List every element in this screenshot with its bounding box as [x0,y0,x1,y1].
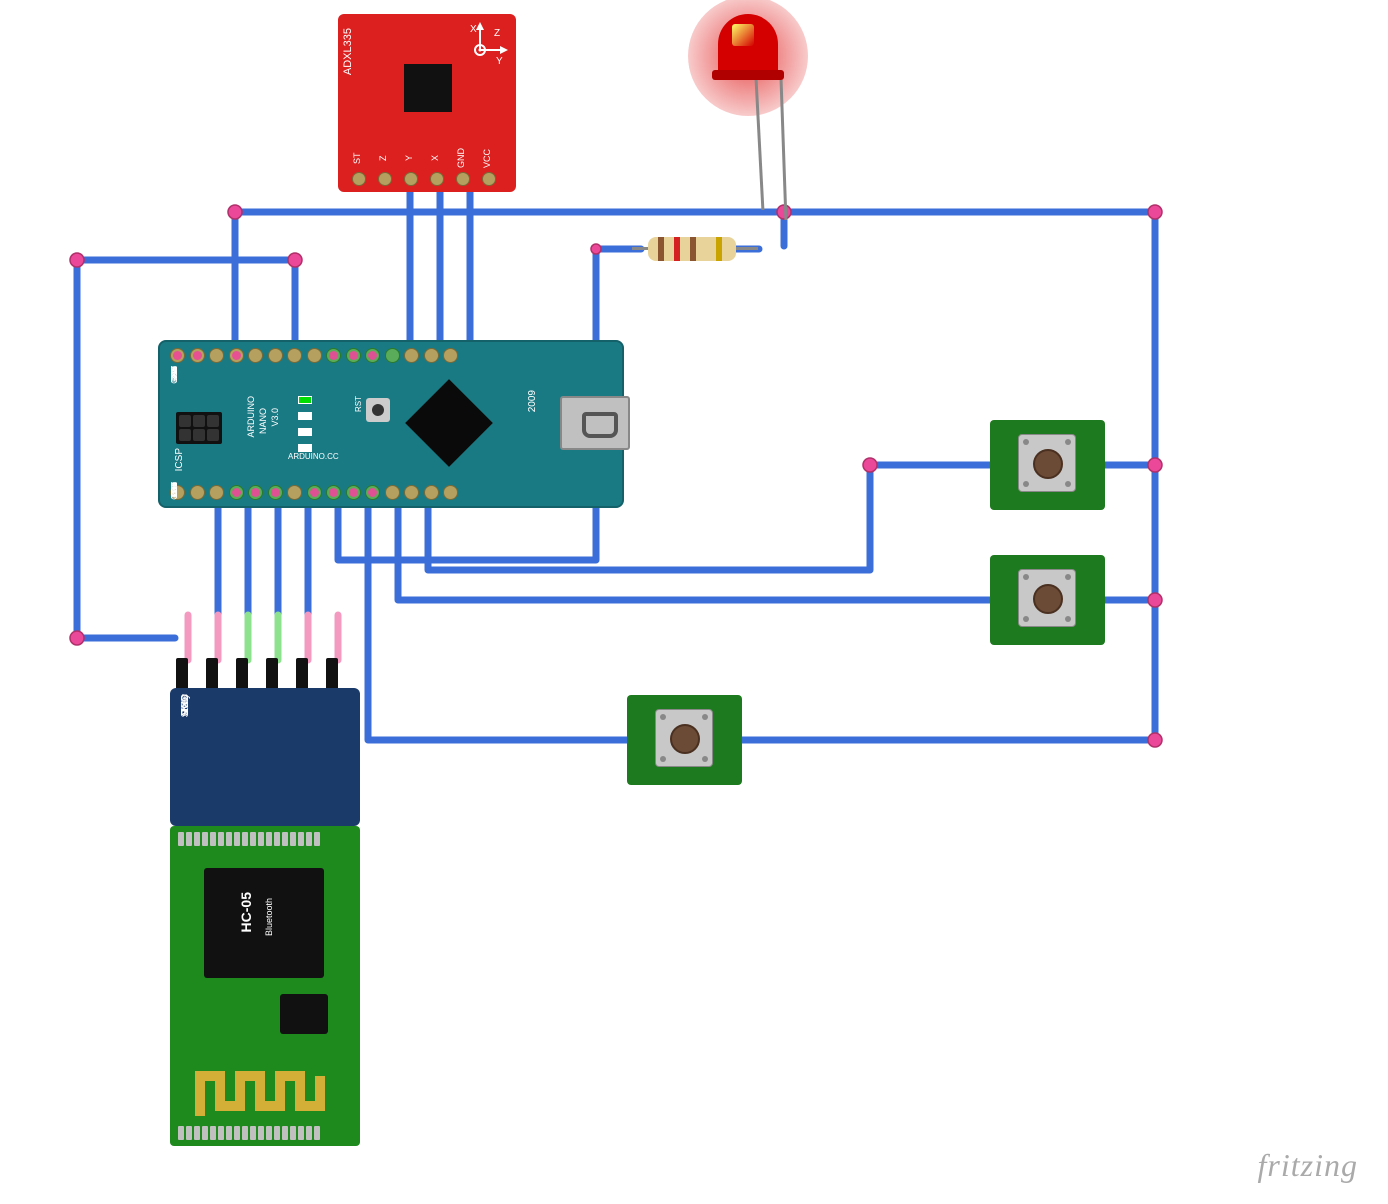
svg-text:Y: Y [496,56,503,67]
icsp-header [176,412,222,444]
arduino-brand3: V3.0 [270,408,280,427]
push-button-3[interactable] [627,695,742,785]
adxl-axes-icon: X Y Z [450,20,510,80]
svg-text:X: X [470,24,477,35]
hc05-label-state: State [180,694,193,717]
adxl335-module: ADXL335 X Y Z STZYXGNDVCC [338,14,516,192]
arduino-cc-label: ARDUINO.CC [288,452,339,461]
resistor-band-2 [674,237,680,261]
arduino-brand2: NANO [258,408,268,434]
arduino-pins-bottom [170,485,458,500]
hc05-chip-sub: Bluetooth [264,898,274,936]
resistor-band-4 [716,237,722,261]
adxl-label-x: X [430,148,444,168]
pin-label-d13: D13 [170,366,185,381]
push-button-1[interactable] [990,420,1105,510]
hc05-chip: HC-05 Bluetooth [204,868,324,978]
adxl-pin-z [378,172,392,186]
adxl-label-z: Z [378,148,392,168]
arduino-usb-port[interactable] [560,396,630,450]
hc05-antenna-icon [190,1056,340,1136]
arduino-reset-button[interactable] [366,398,390,422]
icsp-label: ICSP [174,448,185,471]
pin-label-d12: D12 [170,482,185,497]
adxl-label-y: Y [404,148,418,168]
svg-text:Z: Z [494,28,500,39]
resistor-band-1 [658,237,664,261]
adxl-pin-st [352,172,366,186]
reset-label: RST [354,396,363,412]
adxl-pin-vcc [482,172,496,186]
adxl335-chip [404,64,452,112]
adxl335-name: ADXL335 [342,28,354,75]
adxl-pin-gnd [456,172,470,186]
resistor-lead-right [736,247,758,250]
adxl-pin-y [404,172,418,186]
fritzing-attribution: fritzing [1258,1147,1358,1184]
fritzing-canvas: VINGNDRST5VA7A6A5A4A3A2A1A0REF3V3D13 TX1… [0,0,1388,1204]
hc05-chip-name: HC-05 [238,892,254,932]
arduino-pins-top [170,348,458,363]
arduino-mcu-chip [405,379,493,467]
resistor-band-3 [690,237,696,261]
adxl-label-gnd: GND [456,148,470,168]
push-button-2[interactable] [990,555,1105,645]
arduino-nano: VINGNDRST5VA7A6A5A4A3A2A1A0REF3V3D13 TX1… [158,340,624,508]
adxl-label-vcc: VCC [482,148,496,168]
arduino-year: 2009 [527,390,538,412]
adxl-label-st: ST [352,148,366,168]
adxl-pin-x [430,172,444,186]
arduino-brand1: ARDUINO [246,396,256,438]
